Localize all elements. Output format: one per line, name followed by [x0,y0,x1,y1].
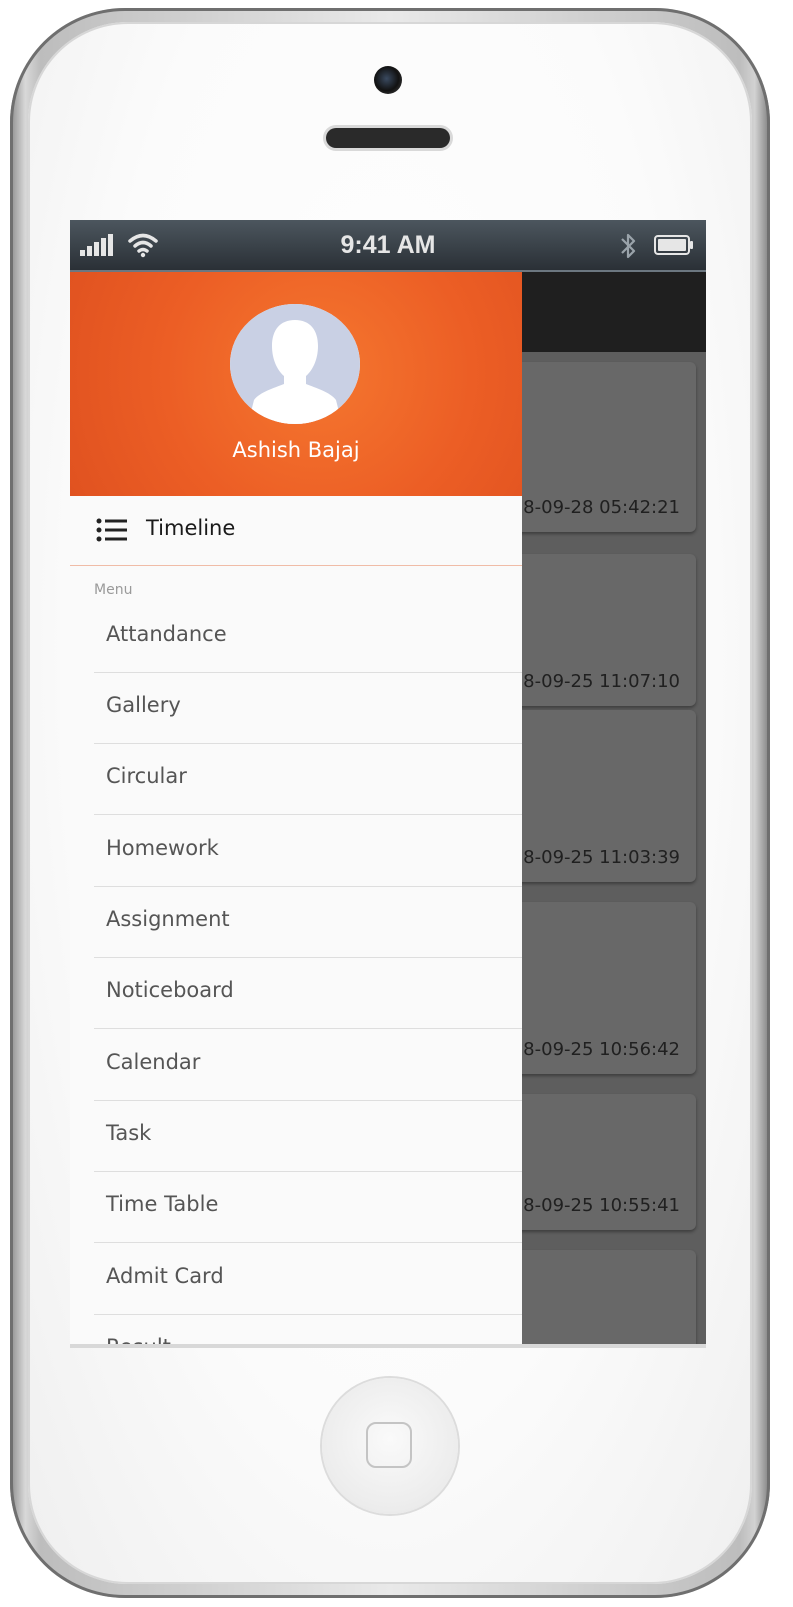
bluetooth-icon [621,233,636,259]
card-timestamp: 18-09-25 10:56:42 [511,1039,680,1060]
screen-bottom-edge [70,1344,706,1348]
timeline-label: Timeline [146,516,236,540]
battery-icon [654,235,693,255]
menu-item-label: Time Table [106,1192,219,1216]
menu-item-admit-card[interactable]: Admit Card [94,1244,522,1315]
menu-item-attandance[interactable]: Attandance [94,602,522,673]
earpiece-speaker [326,128,450,148]
card-timestamp: 18-09-28 05:42:21 [511,497,680,518]
menu-item-noticeboard[interactable]: Noticeboard [94,958,522,1029]
menu-item-label: Attandance [106,622,227,646]
menu-item-assignment[interactable]: Assignment [94,887,522,958]
card-timestamp: 18-09-25 11:03:39 [511,847,680,868]
user-silhouette-icon [230,304,360,424]
home-square-icon [366,1422,412,1468]
menu-item-label: Task [106,1121,152,1145]
phone-screen: 9:41 AM 18-09-28 05:42:21 18-09-25 11:07… [70,220,706,1348]
avatar[interactable] [230,304,360,424]
status-time: 9:41 AM [340,231,436,259]
menu-item-label: Assignment [106,907,230,931]
menu-item-label: Homework [106,836,219,860]
menu-caption: Menu [94,582,133,598]
menu-item-label: Admit Card [106,1264,224,1288]
drawer-item-timeline[interactable]: Timeline [70,496,522,566]
user-name: Ashish Bajaj [232,438,360,462]
navigation-drawer: Ashish Bajaj Timeline Menu Attandance Ga… [70,272,522,1348]
home-button[interactable] [322,1378,458,1514]
menu-item-homework[interactable]: Homework [94,816,522,887]
menu-item-label: Noticeboard [106,978,234,1002]
status-bar: 9:41 AM [70,220,706,272]
menu-item-circular[interactable]: Circular [94,744,522,815]
menu-item-gallery[interactable]: Gallery [94,673,522,744]
menu-item-task[interactable]: Task [94,1101,522,1172]
drawer-header: Ashish Bajaj [70,272,522,496]
menu-item-calendar[interactable]: Calendar [94,1030,522,1101]
menu-item-label: Circular [106,764,187,788]
front-camera [374,66,402,94]
menu-item-label: Calendar [106,1050,201,1074]
list-icon [96,518,127,542]
menu-item-time-table[interactable]: Time Table [94,1172,522,1243]
card-timestamp: 18-09-25 11:07:10 [511,671,680,692]
menu-item-label: Gallery [106,693,181,717]
card-timestamp: 18-09-25 10:55:41 [511,1195,680,1216]
